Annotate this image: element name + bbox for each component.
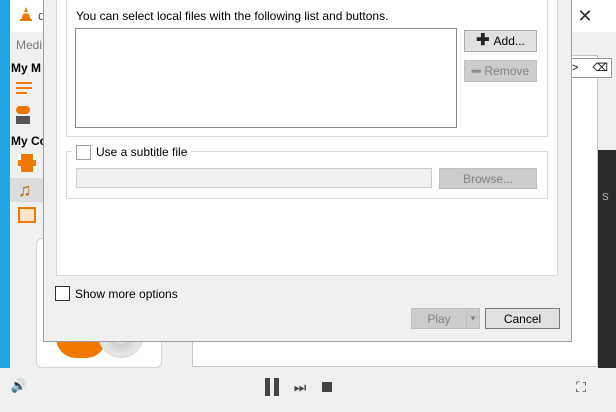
subtitle-checkbox-label[interactable]: Use a subtitle file [96, 145, 187, 159]
videos-icon[interactable] [18, 154, 36, 172]
sidebar-section-my-music: My M [11, 61, 41, 75]
pause-icon[interactable] [264, 378, 280, 396]
sidebar-media-label: Medi [16, 38, 43, 52]
close-icon[interactable]: ✕ [573, 4, 597, 28]
vlc-cone-icon [20, 7, 32, 21]
add-button[interactable]: ✚ Add... [464, 30, 537, 52]
play-button-label: Play [427, 311, 451, 326]
volume-icon[interactable]: 🔊 [10, 378, 28, 396]
cancel-button[interactable]: Cancel [485, 308, 560, 329]
music-note-icon: ♫ [18, 180, 32, 200]
background-fragment: S [602, 192, 609, 203]
stop-icon[interactable] [322, 382, 332, 392]
browse-button[interactable]: Browse... [439, 168, 537, 189]
clear-search-icon[interactable]: ⌫ [592, 59, 608, 77]
playlist-icon[interactable] [16, 82, 32, 96]
cancel-button-label: Cancel [503, 311, 542, 326]
show-more-options-row[interactable]: Show more options [55, 286, 178, 301]
show-more-options-label[interactable]: Show more options [75, 287, 178, 301]
fullscreen-icon[interactable]: ⛶ [572, 378, 590, 396]
subtitle-checkbox[interactable] [76, 144, 91, 160]
search-fragment-text: > [572, 62, 579, 74]
minus-icon: ━ [471, 63, 481, 79]
show-more-options-checkbox[interactable] [55, 286, 70, 301]
play-dropdown-chevron-icon[interactable]: ▾ [466, 308, 480, 329]
remove-button[interactable]: ━ Remove [464, 60, 537, 82]
search-field-fragment[interactable]: > ⌫ [568, 58, 612, 78]
media-library-icon[interactable] [16, 106, 32, 124]
browse-button-label: Browse... [462, 171, 513, 186]
file-selection-hint: You can select local files with the foll… [76, 9, 389, 23]
desktop-edge [0, 0, 10, 412]
pictures-icon[interactable] [18, 207, 36, 223]
next-icon[interactable]: ⏭ [290, 378, 310, 396]
remove-button-label: Remove [484, 64, 530, 78]
add-button-label: Add... [493, 34, 525, 48]
file-list[interactable] [75, 28, 457, 128]
subtitle-checkbox-row[interactable]: Use a subtitle file [72, 144, 192, 160]
play-button[interactable]: Play [411, 308, 467, 329]
subtitle-path-input[interactable] [76, 168, 432, 188]
plus-icon: ✚ [476, 32, 490, 49]
sidebar-section-my-computer: My Co [11, 134, 47, 148]
